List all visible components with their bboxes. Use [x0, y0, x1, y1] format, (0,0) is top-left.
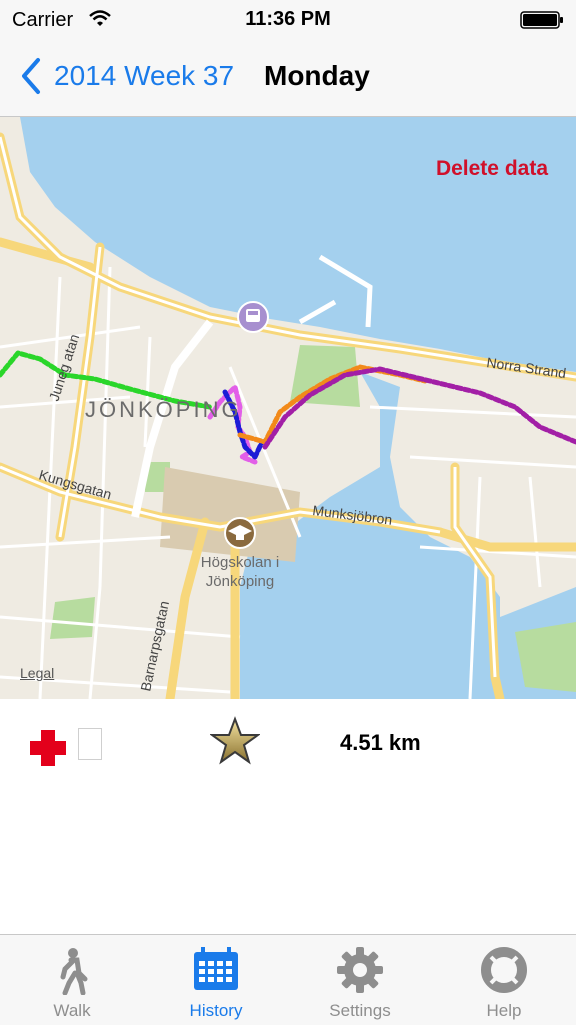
tab-settings-label: Settings — [329, 1001, 391, 1020]
tab-help-label: Help — [486, 1001, 522, 1020]
clock: 11:36 PM — [245, 8, 331, 30]
star-icon — [210, 716, 260, 765]
map-canvas[interactable]: JÖNKÖPING Juneg atan Kungsgatan Munksjöb… — [0, 117, 576, 699]
battery-icon — [520, 11, 563, 29]
tab-settings[interactable]: Settings — [288, 935, 432, 1025]
navigation-bar: 2014 Week 37 Monday — [0, 40, 576, 117]
poi-label: Högskolan i — [201, 554, 279, 571]
chevron-left-icon — [22, 58, 40, 94]
tab-history[interactable]: History — [144, 935, 288, 1025]
graduation-cap-icon — [224, 517, 256, 549]
red-cross-icon — [30, 730, 66, 766]
delete-data-button[interactable]: Delete data — [436, 157, 548, 181]
train-station-icon — [237, 301, 269, 333]
page-title: Monday — [264, 60, 370, 91]
checkbox[interactable] — [78, 728, 102, 760]
gear-icon — [337, 947, 383, 993]
legal-link[interactable]: Legal — [20, 665, 54, 681]
tab-bar: Walk History Settings Help — [0, 934, 576, 1025]
distance-value: 4.51 km — [340, 730, 421, 755]
tab-walk-label: Walk — [53, 1001, 91, 1020]
walk-summary: 4.51 km — [0, 700, 576, 934]
tab-help[interactable]: Help — [432, 935, 576, 1025]
city-label: JÖNKÖPING — [85, 397, 242, 422]
lifebuoy-icon — [481, 947, 527, 993]
poi-label: Jönköping — [206, 573, 274, 590]
back-button[interactable]: 2014 Week 37 — [18, 54, 234, 98]
status-bar: Carrier 11:36 PM — [0, 0, 576, 40]
back-button-label: 2014 Week 37 — [54, 60, 235, 91]
walk-icon — [60, 948, 88, 995]
tab-history-label: History — [189, 1001, 243, 1020]
map-view[interactable]: JÖNKÖPING Juneg atan Kungsgatan Munksjöb… — [0, 117, 576, 699]
tab-walk[interactable]: Walk — [0, 935, 144, 1025]
calendar-icon — [194, 947, 238, 990]
